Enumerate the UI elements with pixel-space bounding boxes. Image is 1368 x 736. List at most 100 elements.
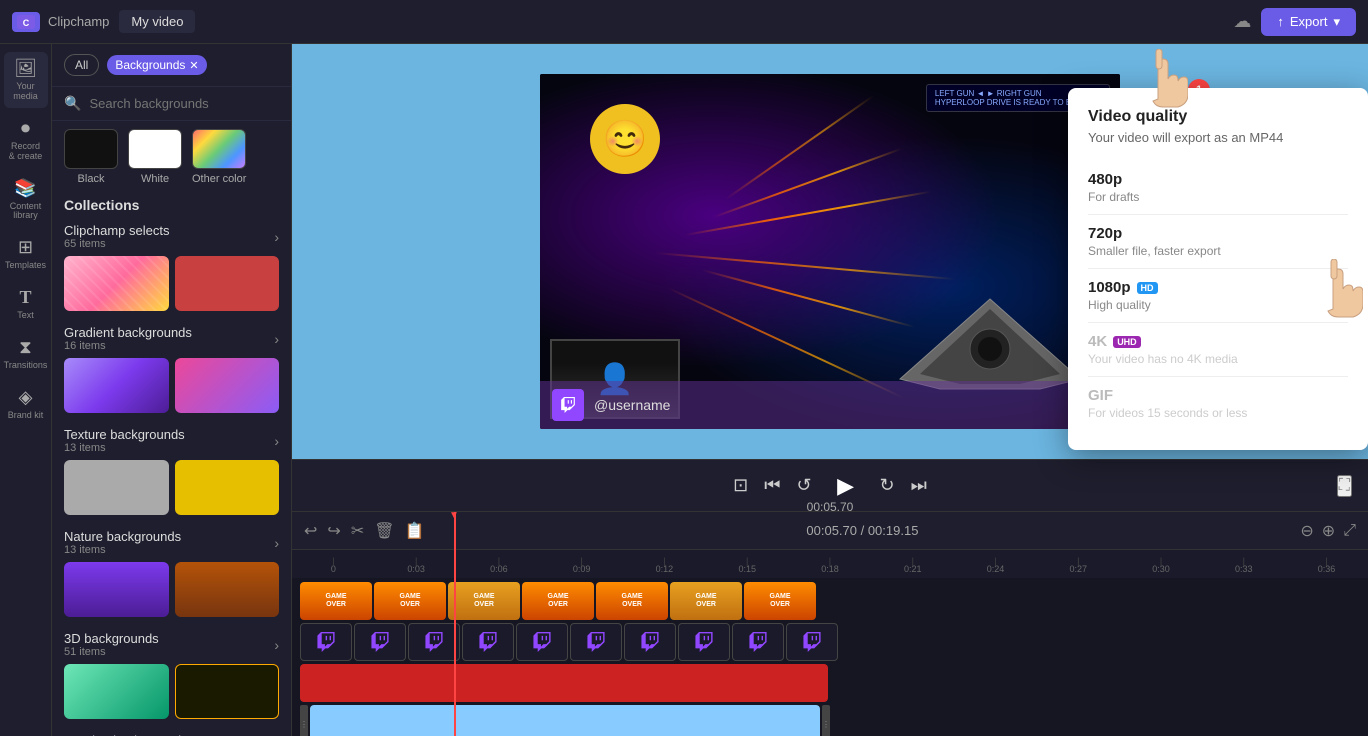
list-item[interactable] xyxy=(300,623,352,661)
list-item[interactable] xyxy=(175,664,280,719)
filter-backgrounds-tag[interactable]: Backgrounds ✕ xyxy=(107,55,206,75)
topbar-right: ☁ ↑ Export ▾ xyxy=(1233,8,1356,36)
list-item[interactable] xyxy=(64,460,169,515)
undo-button[interactable]: ↩ xyxy=(304,521,317,541)
list-item[interactable] xyxy=(310,705,820,736)
caption-toggle-button[interactable]: ⊡ xyxy=(733,475,748,496)
timeline-toolbar: ↩ ↪ ✂ 🗑 📋 00:05.70 / 00:19.15 ⊖ ⊕ ⤢ xyxy=(292,512,1368,550)
track-row-twitch xyxy=(292,623,1368,661)
quality-option-480p[interactable]: 480p For drafts xyxy=(1088,161,1348,215)
quality-option-gif[interactable]: GIF For videos 15 seconds or less xyxy=(1088,377,1348,430)
app-logo[interactable]: C Clipchamp xyxy=(12,12,109,32)
delete-button[interactable]: 🗑 xyxy=(374,521,394,541)
remove-filter-icon[interactable]: ✕ xyxy=(189,59,198,72)
icon-sidebar: 🖼 Your media ⏺ Record & create 📚 Content… xyxy=(0,44,52,736)
export-chevron: ▾ xyxy=(1333,14,1340,30)
swatch-other[interactable]: Other color xyxy=(192,129,246,185)
collection-texture-backgrounds-header[interactable]: Texture backgrounds 13 items › xyxy=(64,427,279,454)
black-swatch xyxy=(64,129,118,169)
list-item[interactable] xyxy=(175,256,280,311)
list-item[interactable] xyxy=(175,460,280,515)
ruler-mark: 0:24 xyxy=(954,564,1037,574)
sidebar-item-content-library[interactable]: 📚 Content library xyxy=(4,172,48,228)
list-item[interactable]: GAMEOVER xyxy=(670,582,742,620)
filter-all-button[interactable]: All xyxy=(64,54,99,76)
list-item[interactable] xyxy=(300,664,828,702)
collection-nature-backgrounds: Nature backgrounds 13 items › xyxy=(64,529,279,617)
fast-forward-button[interactable]: ↻ xyxy=(880,475,895,496)
export-button[interactable]: ↑ Export ▾ xyxy=(1261,8,1356,36)
list-item[interactable] xyxy=(175,562,280,617)
sidebar-item-text[interactable]: T Text xyxy=(4,281,48,327)
list-item[interactable] xyxy=(462,623,514,661)
clip-handle[interactable]: ⋮ xyxy=(822,705,830,736)
list-item[interactable] xyxy=(570,623,622,661)
chevron-right-icon: › xyxy=(274,229,279,245)
ruler-mark: 0:30 xyxy=(1120,564,1203,574)
skip-back-button[interactable]: ⏮ xyxy=(764,475,780,496)
list-item[interactable] xyxy=(64,358,169,413)
quality-option-720p[interactable]: 720p Smaller file, faster export xyxy=(1088,215,1348,269)
sidebar-item-brand-kit[interactable]: ◈ Brand kit xyxy=(4,381,48,427)
play-button[interactable]: ▶ xyxy=(828,468,864,504)
texture-backgrounds-thumbs xyxy=(64,460,279,515)
list-item[interactable]: GAMEOVER xyxy=(744,582,816,620)
collection-3d-backgrounds-header[interactable]: 3D backgrounds 51 items › xyxy=(64,631,279,658)
search-input[interactable] xyxy=(89,96,279,111)
canvas-and-timeline: LEFT GUN ◄ ► RIGHT GUNHYPERLOOP DRIVE IS… xyxy=(292,44,1368,736)
redo-button[interactable]: ↪ xyxy=(327,521,340,541)
list-item[interactable]: GAMEOVER xyxy=(448,582,520,620)
quality-popup: Video quality Your video will export as … xyxy=(1068,88,1368,450)
quality-subtitle: Your video will export as an MP44 xyxy=(1088,130,1348,145)
ruler-mark: 0:27 xyxy=(1037,564,1120,574)
quality-option-4k[interactable]: 4K UHD Your video has no 4K media xyxy=(1088,323,1348,377)
list-item[interactable]: GAMEOVER xyxy=(522,582,594,620)
ruler-mark: 0:09 xyxy=(540,564,623,574)
video-background: LEFT GUN ◄ ► RIGHT GUNHYPERLOOP DRIVE IS… xyxy=(540,74,1120,429)
list-item[interactable] xyxy=(408,623,460,661)
list-item[interactable] xyxy=(678,623,730,661)
sidebar-item-your-media[interactable]: 🖼 Your media xyxy=(4,52,48,108)
clip-handle[interactable]: ⋮ xyxy=(300,705,308,736)
ruler-mark: 0:15 xyxy=(706,564,789,574)
skip-forward-button[interactable]: ⏭ xyxy=(911,475,927,496)
collection-nature-backgrounds-header[interactable]: Nature backgrounds 13 items › xyxy=(64,529,279,556)
chevron-right-icon: › xyxy=(274,535,279,551)
list-item[interactable]: GAMEOVER xyxy=(374,582,446,620)
swatch-black[interactable]: Black xyxy=(64,129,118,185)
split-button[interactable]: ✂ xyxy=(351,521,364,541)
blue-clip-row: ⋮ ⋮ xyxy=(300,705,1360,736)
rewind-button[interactable]: ↺ xyxy=(796,475,811,496)
templates-icon: ⊞ xyxy=(18,237,33,258)
list-item[interactable] xyxy=(786,623,838,661)
fullscreen-button[interactable]: ⛶ xyxy=(1337,475,1352,497)
list-item[interactable] xyxy=(175,358,280,413)
list-item[interactable] xyxy=(516,623,568,661)
zoom-out-button[interactable]: ⊖ xyxy=(1300,521,1313,541)
smiley-coin: 😊 xyxy=(590,104,660,174)
fit-button[interactable]: ⤢ xyxy=(1343,522,1356,540)
sidebar-item-transitions[interactable]: ⧗ Transitions xyxy=(4,331,48,377)
list-item[interactable] xyxy=(64,562,169,617)
list-item[interactable] xyxy=(624,623,676,661)
timeline-ruler: 0 0:03 0:06 0:09 0:12 0:15 0:18 0:21 0:2… xyxy=(292,550,1368,578)
list-item[interactable]: GAMEOVER xyxy=(596,582,668,620)
collection-gradient-backgrounds-header[interactable]: Gradient backgrounds 16 items › xyxy=(64,325,279,352)
list-item[interactable] xyxy=(64,256,169,311)
cloud-icon[interactable]: ☁ xyxy=(1233,11,1251,32)
collection-3d-backgrounds: 3D backgrounds 51 items › xyxy=(64,631,279,719)
left-panel: All Backgrounds ✕ 🔍 Black White xyxy=(52,44,292,736)
list-item[interactable] xyxy=(354,623,406,661)
save-frame-button[interactable]: 📋 xyxy=(405,521,425,541)
sidebar-item-templates[interactable]: ⊞ Templates xyxy=(4,231,48,277)
list-item[interactable] xyxy=(64,664,169,719)
list-item[interactable]: GAMEOVER xyxy=(300,582,372,620)
collection-clipchamp-selects-header[interactable]: Clipchamp selects 65 items › xyxy=(64,223,279,250)
swatch-white[interactable]: White xyxy=(128,129,182,185)
video-tab[interactable]: My video xyxy=(119,10,195,33)
list-item[interactable] xyxy=(732,623,784,661)
quality-option-1080p[interactable]: 1080p HD High quality xyxy=(1088,269,1348,323)
zoom-in-button[interactable]: ⊕ xyxy=(1322,521,1335,541)
sidebar-item-record[interactable]: ⏺ Record & create xyxy=(4,112,48,168)
chevron-right-icon: › xyxy=(274,433,279,449)
